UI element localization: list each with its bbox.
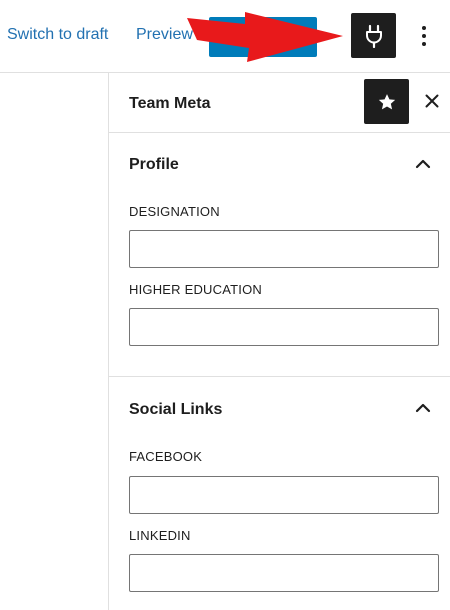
linkedin-input[interactable] xyxy=(129,554,439,592)
linkedin-label: LINKEDIN xyxy=(129,528,191,543)
chevron-up-icon xyxy=(415,403,431,413)
more-options-button[interactable] xyxy=(412,21,436,51)
higher-education-label: HIGHER EDUCATION xyxy=(129,282,262,297)
panel-divider xyxy=(109,376,450,377)
star-button[interactable] xyxy=(364,79,409,124)
plug-icon xyxy=(365,24,382,48)
social-links-toggle-button[interactable] xyxy=(411,396,435,420)
update-button[interactable]: Update xyxy=(209,17,317,57)
plugin-sidebar: Team Meta Profile DESIGNATION HIGHER EDU… xyxy=(109,73,450,610)
close-sidebar-button[interactable] xyxy=(422,91,442,111)
editor-header: Switch to draft Preview Update xyxy=(0,0,450,73)
sidebar-header: Team Meta xyxy=(109,73,450,133)
facebook-label: FACEBOOK xyxy=(129,449,203,464)
preview-button[interactable]: Preview xyxy=(136,26,193,44)
star-icon xyxy=(378,93,395,109)
more-vertical-icon xyxy=(422,26,426,46)
higher-education-input[interactable] xyxy=(129,308,439,346)
profile-toggle-button[interactable] xyxy=(411,152,435,176)
update-button-label: Update xyxy=(224,28,273,46)
designation-label: DESIGNATION xyxy=(129,204,220,219)
plugin-sidebar-button[interactable] xyxy=(351,13,396,58)
designation-input[interactable] xyxy=(129,230,439,268)
chevron-up-icon xyxy=(415,159,431,169)
panel-title-social-links[interactable]: Social Links xyxy=(129,401,222,419)
switch-to-draft-button[interactable]: Switch to draft xyxy=(7,26,108,44)
editor-canvas[interactable] xyxy=(0,73,109,610)
panel-title-profile[interactable]: Profile xyxy=(129,156,179,174)
close-icon xyxy=(425,94,439,108)
facebook-input[interactable] xyxy=(129,476,439,514)
sidebar-title: Team Meta xyxy=(129,95,211,112)
